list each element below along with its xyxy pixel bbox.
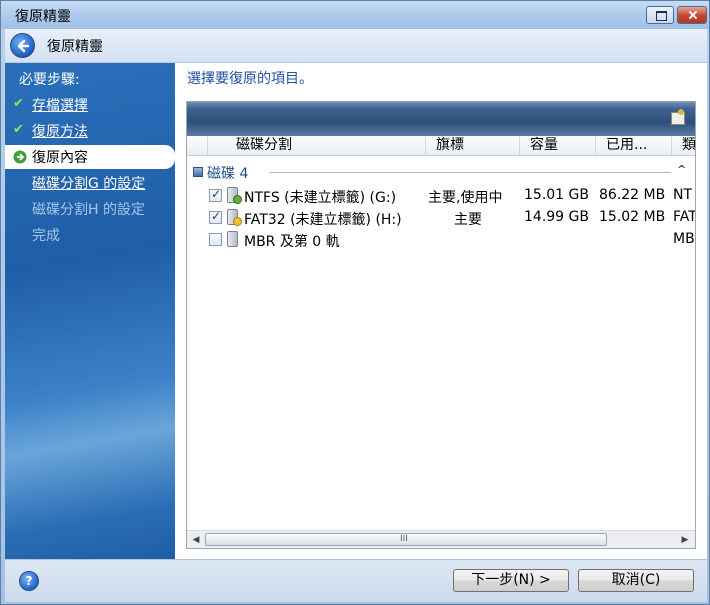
cell-type: NT — [673, 187, 693, 203]
checkmark-icon: ✔ — [13, 96, 24, 111]
partition-icon — [227, 187, 242, 204]
step-label: 復原方法 — [32, 124, 88, 140]
recovery-wizard-window: 復原精靈 復原精靈 必要步驟: ✔ 存檔選擇 ✔ 復原方法 復原內容 磁碟分割G… — [0, 0, 710, 605]
wizard-title: 復原精靈 — [47, 39, 103, 55]
column-chooser-icon[interactable] — [671, 109, 685, 125]
step-label: 存檔選擇 — [32, 98, 88, 114]
steps-sidebar: 必要步驟: ✔ 存檔選擇 ✔ 復原方法 復原內容 磁碟分割G 的設定 磁碟分割H… — [5, 63, 175, 559]
cell-capacity: 15.01 GB — [524, 187, 589, 203]
step-recovery-method[interactable]: ✔ 復原方法 — [5, 119, 175, 143]
step-archive-selection[interactable]: ✔ 存檔選擇 — [5, 93, 175, 117]
disk-group[interactable]: 磁碟 4 ^ — [191, 162, 691, 182]
cell-used: 86.22 MB — [599, 187, 666, 203]
step-recovery-content: 復原內容 — [5, 145, 175, 169]
wizard-footer: ? 下一步(N) > 取消(C) — [5, 559, 707, 602]
instruction-text: 選擇要復原的項目。 — [187, 71, 313, 87]
next-button[interactable]: 下一步(N) > — [453, 569, 569, 592]
help-icon[interactable]: ? — [19, 571, 39, 591]
steps-heading: 必要步驟: — [19, 72, 80, 88]
column-header-partition[interactable]: 磁碟分割 — [207, 136, 425, 156]
group-divider — [269, 172, 671, 173]
step-label: 完成 — [32, 228, 60, 244]
column-header-check — [187, 136, 207, 156]
horizontal-scrollbar[interactable]: ◀ III ▶ — [187, 530, 695, 548]
disk-group-name: 磁碟 4 — [207, 166, 249, 182]
cell-partition-name: NTFS (未建立標籤) (G:) — [244, 190, 397, 206]
window-title: 復原精靈 — [15, 9, 71, 25]
step-label: 磁碟分割H 的設定 — [32, 202, 145, 218]
cell-used: 15.02 MB — [599, 209, 666, 225]
table-row[interactable]: FAT32 (未建立標籤) (H:) 主要 14.99 GB 15.02 MB … — [187, 206, 695, 228]
main-content: 選擇要復原的項目。 磁碟分割 旗標 容量 已用... 類 磁碟 4 ^ ✓ NT… — [175, 63, 707, 559]
scroll-thumb[interactable]: III — [205, 533, 607, 546]
scroll-left-icon[interactable]: ◀ — [190, 534, 202, 546]
restore-button[interactable] — [646, 6, 674, 24]
step-label: 復原內容 — [32, 150, 88, 166]
back-arrow-icon[interactable] — [10, 33, 35, 58]
table-row[interactable]: MBR 及第 0 軌 MB — [187, 228, 695, 250]
column-header-used[interactable]: 已用... — [595, 136, 671, 156]
step-partition-h-settings: 磁碟分割H 的設定 — [5, 197, 175, 221]
row-checkbox[interactable] — [209, 233, 222, 246]
cell-partition-name: FAT32 (未建立標籤) (H:) — [244, 212, 402, 228]
row-checkbox[interactable] — [209, 187, 222, 202]
partition-icon — [227, 209, 242, 226]
close-button[interactable] — [677, 6, 707, 24]
current-step-arrow-icon — [13, 150, 27, 164]
cell-type: FAT — [673, 209, 696, 225]
checkmark-icon: ✔ — [13, 122, 24, 137]
list-toolbar — [187, 102, 695, 136]
column-header-row: 磁碟分割 旗標 容量 已用... 類 — [187, 136, 695, 156]
row-checkbox[interactable] — [209, 209, 222, 224]
cell-partition-name: MBR 及第 0 軌 — [244, 234, 340, 250]
scroll-grip: III — [400, 534, 408, 544]
disk-drive-icon — [227, 231, 238, 247]
scroll-right-icon[interactable]: ▶ — [679, 534, 691, 546]
partition-list: 磁碟分割 旗標 容量 已用... 類 磁碟 4 ^ NTFS (未建立標籤) (… — [186, 101, 696, 549]
step-partition-g-settings[interactable]: 磁碟分割G 的設定 — [5, 171, 175, 195]
cancel-button[interactable]: 取消(C) — [578, 569, 694, 592]
step-label: 磁碟分割G 的設定 — [32, 176, 146, 192]
column-header-flags[interactable]: 旗標 — [425, 136, 519, 156]
column-header-capacity[interactable]: 容量 — [519, 136, 595, 156]
cell-flags: 主要,使用中 — [428, 190, 503, 206]
collapse-chevron-icon[interactable]: ^ — [677, 163, 686, 176]
disk-group-icon — [193, 167, 203, 177]
table-row[interactable]: NTFS (未建立標籤) (G:) 主要,使用中 15.01 GB 86.22 … — [187, 184, 695, 206]
title-bar: 復原精靈 — [1, 1, 709, 29]
step-finish: 完成 — [5, 223, 175, 247]
cell-flags: 主要 — [454, 212, 482, 228]
cell-capacity: 14.99 GB — [524, 209, 589, 225]
wizard-header: 復原精靈 — [5, 29, 707, 63]
column-header-type[interactable]: 類 — [671, 136, 695, 156]
cell-type: MB — [673, 231, 695, 247]
